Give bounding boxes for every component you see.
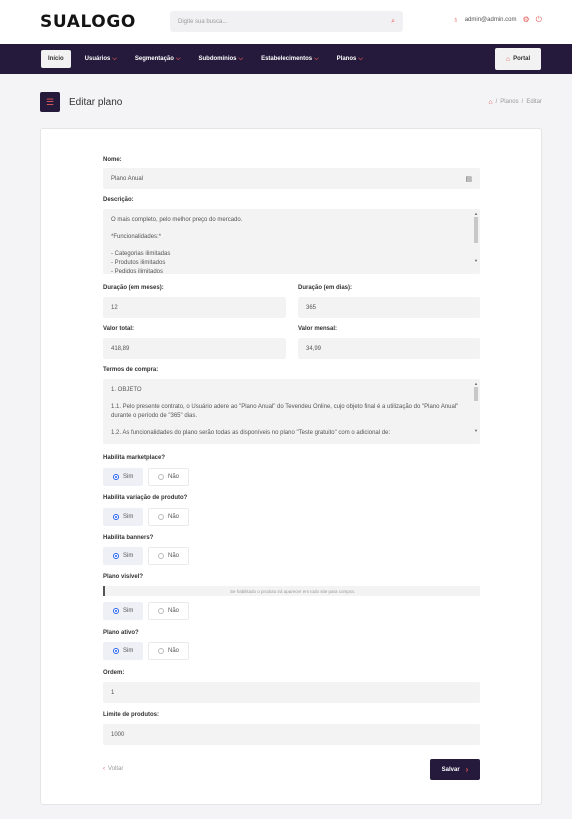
page-header: ☰ Editar plano ⌂ / Planos / Editar bbox=[40, 91, 542, 113]
nav-item-estabelecimentos[interactable]: Estabelecimentos ⌵ bbox=[261, 56, 319, 63]
visivel-hint: Se habilitado o produto irá aparecer em … bbox=[103, 586, 480, 596]
visivel-radio-nao[interactable]: Não bbox=[148, 602, 190, 620]
duracao-dias-field[interactable]: 365 bbox=[298, 297, 480, 318]
scrollbar-thumb[interactable] bbox=[474, 217, 478, 243]
nav-item-usuarios[interactable]: Usuários ⌵ bbox=[85, 56, 117, 63]
main-nav: Início Usuários ⌵ Segmentação ⌵ Subdomínio… bbox=[0, 44, 572, 74]
form-card: Nome: Plano Anual ▤ Descrição: O mais co… bbox=[40, 128, 542, 805]
nav-item-subdominios[interactable]: Subdomínios ⌵ bbox=[199, 56, 244, 63]
banners-radio-nao[interactable]: Não bbox=[148, 547, 190, 565]
nav-item-planos[interactable]: Planos ⌵ bbox=[337, 56, 363, 63]
variacao-radio-sim[interactable]: Sim bbox=[103, 508, 144, 526]
termos-textarea[interactable]: 1. OBJETO 1.1. Pelo presente contrato, o… bbox=[103, 379, 480, 444]
radio-unchecked-icon bbox=[158, 514, 164, 520]
descricao-label: Descrição: bbox=[103, 197, 134, 203]
search-input[interactable]: Digite sua busca... bbox=[178, 19, 391, 25]
banners-radio-sim[interactable]: Sim bbox=[103, 547, 144, 565]
chevron-down-icon: ⌵ bbox=[112, 55, 117, 62]
nome-label: Nome: bbox=[103, 157, 122, 163]
chevron-down-icon: ⌵ bbox=[175, 55, 181, 62]
radio-unchecked-icon bbox=[158, 474, 164, 480]
duracao-meses-field[interactable]: 12 bbox=[103, 297, 286, 318]
valor-total-field[interactable]: 418,89 bbox=[103, 338, 286, 359]
chevron-down-icon: ⌵ bbox=[238, 55, 244, 62]
radio-checked-icon bbox=[113, 553, 119, 559]
radio-unchecked-icon bbox=[158, 553, 164, 559]
chevron-down-icon: ⌵ bbox=[314, 55, 319, 62]
ativo-label: Plano ativo? bbox=[103, 630, 139, 636]
chevron-left-icon: ‹ bbox=[103, 766, 105, 772]
chevron-right-icon: › bbox=[465, 765, 469, 774]
ativo-radio-nao[interactable]: Não bbox=[148, 642, 190, 660]
user-email[interactable]: admin@admin.com bbox=[465, 17, 517, 23]
variacao-radio-nao[interactable]: Não bbox=[148, 508, 190, 526]
nome-field[interactable]: Plano Anual ▤ bbox=[103, 168, 480, 189]
radio-checked-icon bbox=[113, 474, 119, 480]
breadcrumb: ⌂ / Planos / Editar bbox=[488, 98, 542, 106]
search-icon[interactable]: ⌕ bbox=[391, 18, 395, 26]
radio-unchecked-icon bbox=[158, 648, 164, 654]
valor-total-label: Valor total: bbox=[103, 326, 135, 332]
portal-button[interactable]: ⌂ Portal bbox=[495, 48, 541, 70]
save-button[interactable]: Salvar › bbox=[430, 759, 480, 780]
visivel-radio-sim[interactable]: Sim bbox=[103, 602, 144, 620]
duracao-dias-label: Duração (em dias): bbox=[298, 285, 353, 291]
search-box[interactable]: Digite sua busca... ⌕ bbox=[170, 11, 403, 32]
descricao-textarea[interactable]: O mais completo, pelo melhor preço do me… bbox=[103, 209, 480, 274]
list-icon: ☰ bbox=[40, 92, 60, 112]
home-icon[interactable]: ⌂ bbox=[488, 99, 492, 106]
radio-checked-icon bbox=[113, 514, 119, 520]
ordem-label: Ordem: bbox=[103, 670, 125, 676]
valor-mensal-label: Valor mensal: bbox=[298, 326, 338, 332]
breadcrumb-editar: Editar bbox=[526, 99, 542, 105]
variacao-label: Habilita variação de produto? bbox=[103, 495, 188, 501]
limite-field[interactable]: 1000 bbox=[103, 724, 480, 745]
ordem-field[interactable]: 1 bbox=[103, 682, 480, 703]
marketplace-radio-sim[interactable]: Sim bbox=[103, 468, 144, 486]
top-header: SUALOGO Digite sua busca... ⌕ ♁ admin@ad… bbox=[0, 0, 572, 44]
home-icon: ⌂ bbox=[505, 55, 511, 63]
valor-mensal-field[interactable]: 34,99 bbox=[298, 338, 480, 359]
nav-item-segmentacao[interactable]: Segmentação ⌵ bbox=[135, 56, 181, 63]
contact-card-icon: ▤ bbox=[465, 175, 472, 183]
ativo-radio-sim[interactable]: Sim bbox=[103, 642, 144, 660]
gear-icon[interactable]: ⚙ bbox=[523, 16, 530, 24]
back-link[interactable]: ‹ Voltar bbox=[103, 766, 123, 772]
radio-checked-icon bbox=[113, 648, 119, 654]
radio-unchecked-icon bbox=[158, 608, 164, 614]
scrollbar-thumb[interactable] bbox=[474, 387, 478, 401]
marketplace-radio-nao[interactable]: Não bbox=[148, 468, 190, 486]
page-title: Editar plano bbox=[69, 96, 123, 108]
limite-label: Limite de produtos: bbox=[103, 712, 159, 718]
nav-item-inicio[interactable]: Início bbox=[41, 50, 71, 68]
user-menu: ♁ admin@admin.com ⚙ ⏻ bbox=[453, 16, 542, 24]
chevron-down-icon: ⌵ bbox=[358, 55, 363, 62]
power-icon[interactable]: ⏻ bbox=[536, 16, 542, 24]
user-icon: ♁ bbox=[452, 15, 459, 24]
banners-label: Habilita banners? bbox=[103, 535, 154, 541]
duracao-meses-label: Duração (em meses): bbox=[103, 285, 164, 291]
logo[interactable]: SUALOGO bbox=[40, 12, 136, 32]
breadcrumb-planos[interactable]: Planos bbox=[500, 99, 518, 105]
radio-checked-icon bbox=[113, 608, 119, 614]
visivel-label: Plano visível? bbox=[103, 574, 144, 580]
termos-label: Termos de compra: bbox=[103, 367, 159, 373]
marketplace-label: Habilita marketplace? bbox=[103, 455, 166, 461]
